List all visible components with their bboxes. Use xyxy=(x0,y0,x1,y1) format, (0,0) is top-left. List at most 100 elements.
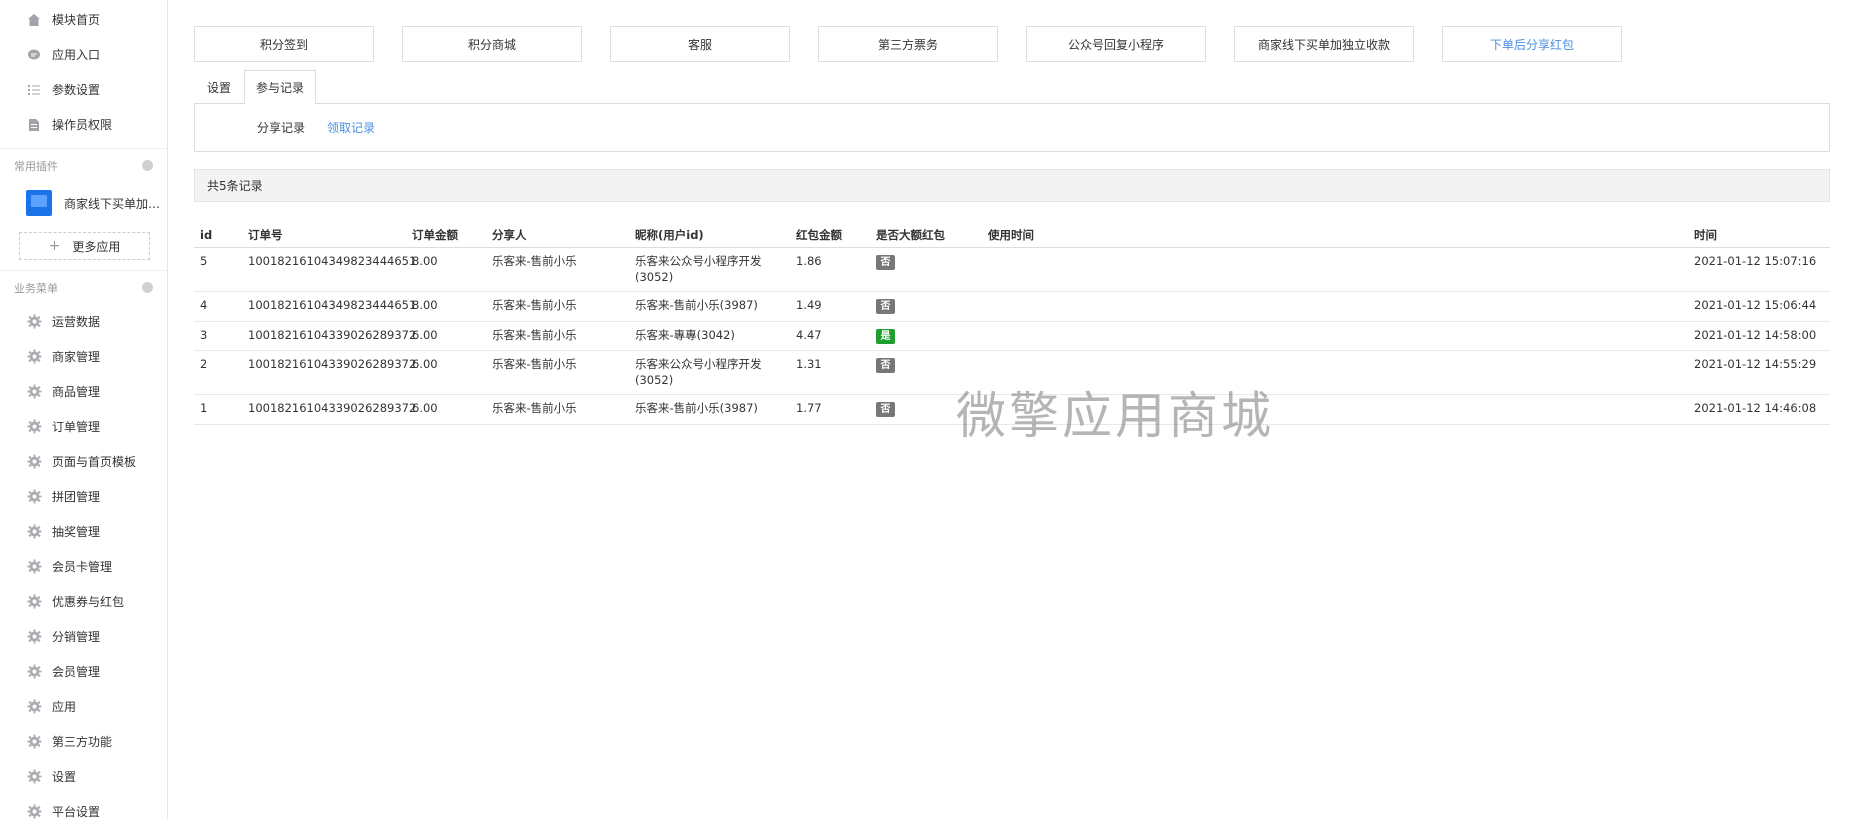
cell-id: 1 xyxy=(200,401,208,415)
gear-icon xyxy=(26,454,42,470)
chat-icon xyxy=(26,47,42,63)
sidebar-item-label: 会员卡管理 xyxy=(52,560,113,574)
big-red-badge: 否 xyxy=(876,402,895,417)
cell-order: 10018216104349823444651 xyxy=(248,298,417,312)
sidebar-item-business[interactable]: 拼团管理 xyxy=(0,479,167,514)
sidebar-item-business[interactable]: 会员管理 xyxy=(0,654,167,689)
sidebar-item-app-entry[interactable]: 应用入口 xyxy=(0,37,167,72)
table-row: 1 10018216104339026289372 6.00 乐客来-售前小乐 乐客来-… xyxy=(194,395,1830,425)
gear-icon xyxy=(26,489,42,505)
cell-sharer: 乐客来-售前小乐 xyxy=(492,357,577,371)
record-subnav: 分享记录 领取记录 xyxy=(194,103,1830,152)
header-use-time: 使用时间 xyxy=(988,228,1034,242)
sidebar-item-module-home[interactable]: 模块首页 xyxy=(0,2,167,37)
sidebar-item-label: 应用入口 xyxy=(52,48,101,62)
offline-payment-button[interactable]: 商家线下买单加独立收款 xyxy=(1234,26,1414,62)
gear-icon xyxy=(26,629,42,645)
sidebar-item-label: 分销管理 xyxy=(52,630,101,644)
sidebar-item-business[interactable]: 平台设置 xyxy=(0,794,167,819)
collapse-dot-icon[interactable] xyxy=(142,282,153,293)
cell-time: 2021-01-12 14:58:00 xyxy=(1694,328,1817,342)
sidebar-item-label: 商家管理 xyxy=(52,350,101,364)
customer-service-button[interactable]: 客服 xyxy=(610,26,790,62)
cell-order: 10018216104339026289372 xyxy=(248,401,417,415)
toolbar: 积分签到 积分商城 客服 第三方票务 公众号回复小程序 商家线下买单加独立收款 … xyxy=(194,26,1650,62)
gear-icon xyxy=(26,384,42,400)
sidebar-item-business[interactable]: 会员卡管理 xyxy=(0,549,167,584)
cell-amount: 8.00 xyxy=(412,298,438,312)
cell-amount: 6.00 xyxy=(412,357,438,371)
sidebar-item-business[interactable]: 优惠券与红包 xyxy=(0,584,167,619)
third-party-ticket-button[interactable]: 第三方票务 xyxy=(818,26,998,62)
document-icon xyxy=(26,117,42,133)
sidebar-item-label: 抽奖管理 xyxy=(52,525,101,539)
cell-id: 5 xyxy=(200,254,208,268)
big-red-badge: 是 xyxy=(876,329,895,344)
tab-participation-records[interactable]: 参与记录 xyxy=(244,70,316,105)
header-is-big: 是否大额红包 xyxy=(876,228,945,242)
cell-nickname: 乐客来-售前小乐(3987) xyxy=(635,401,758,415)
gear-icon xyxy=(26,349,42,365)
sidebar-item-label: 订单管理 xyxy=(52,420,101,434)
table-row: 5 10018216104349823444651 8.00 乐客来-售前小乐 乐客来公… xyxy=(194,248,1830,292)
sidebar-item-business[interactable]: 应用 xyxy=(0,689,167,724)
gear-icon xyxy=(26,559,42,575)
cell-time: 2021-01-12 14:55:29 xyxy=(1694,357,1817,371)
points-signin-button[interactable]: 积分签到 xyxy=(194,26,374,62)
header-order: 订单号 xyxy=(248,228,283,242)
sidebar-item-label: 设置 xyxy=(52,770,77,784)
plus-icon: + xyxy=(48,238,61,254)
sidebar-item-label: 第三方功能 xyxy=(52,735,113,749)
share-record-link[interactable]: 分享记录 xyxy=(257,119,305,136)
cell-amount: 6.00 xyxy=(412,401,438,415)
sidebar-item-business[interactable]: 商家管理 xyxy=(0,339,167,374)
mp-reply-miniprogram-button[interactable]: 公众号回复小程序 xyxy=(1026,26,1206,62)
table-row: 4 10018216104349823444651 8.00 乐客来-售前小乐 乐客来-… xyxy=(194,292,1830,322)
gear-icon xyxy=(26,524,42,540)
header-id: id xyxy=(200,228,213,242)
more-apps-button[interactable]: + 更多应用 xyxy=(19,232,150,260)
cell-red-amount: 4.47 xyxy=(796,328,822,342)
tab-bar: 设置 参与记录 xyxy=(194,70,1830,105)
plugin-item[interactable]: 商家线下买单加独... xyxy=(0,182,167,224)
table-row: 3 10018216104339026289372 6.00 乐客来-售前小乐 乐客来-… xyxy=(194,322,1830,351)
list-icon xyxy=(26,82,42,98)
big-red-badge: 否 xyxy=(876,299,895,314)
cell-order: 10018216104349823444651 xyxy=(248,254,417,268)
cell-time: 2021-01-12 15:06:44 xyxy=(1694,298,1817,312)
sidebar-item-business[interactable]: 第三方功能 xyxy=(0,724,167,759)
receive-record-link[interactable]: 领取记录 xyxy=(327,119,375,136)
share-red-packet-button[interactable]: 下单后分享红包 xyxy=(1442,26,1622,62)
sidebar-item-label: 会员管理 xyxy=(52,665,101,679)
points-mall-button[interactable]: 积分商城 xyxy=(402,26,582,62)
gear-icon xyxy=(26,664,42,680)
cell-sharer: 乐客来-售前小乐 xyxy=(492,254,577,268)
cell-nickname: 乐客来-售前小乐(3987) xyxy=(635,298,758,312)
sidebar-item-label: 商品管理 xyxy=(52,385,101,399)
cell-nickname: 乐客来公众号小程序开发(3052) xyxy=(635,357,762,387)
gear-icon xyxy=(26,594,42,610)
sidebar-item-label: 运营数据 xyxy=(52,315,101,329)
gear-icon xyxy=(26,769,42,785)
cell-sharer: 乐客来-售前小乐 xyxy=(492,328,577,342)
sidebar-item-operator-perm[interactable]: 操作员权限 xyxy=(0,107,167,142)
gear-icon xyxy=(26,314,42,330)
sidebar-item-business[interactable]: 分销管理 xyxy=(0,619,167,654)
more-apps-label: 更多应用 xyxy=(72,239,121,254)
sidebar-item-business[interactable]: 抽奖管理 xyxy=(0,514,167,549)
sidebar-item-params[interactable]: 参数设置 xyxy=(0,72,167,107)
tab-settings[interactable]: 设置 xyxy=(194,70,244,104)
header-nickname: 昵称(用户id) xyxy=(635,228,704,242)
sidebar-item-business[interactable]: 商品管理 xyxy=(0,374,167,409)
sidebar-item-business[interactable]: 页面与首页模板 xyxy=(0,444,167,479)
sidebar-item-label: 优惠券与红包 xyxy=(52,595,125,609)
collapse-dot-icon[interactable] xyxy=(142,160,153,171)
gear-icon xyxy=(26,699,42,715)
sidebar-item-business[interactable]: 设置 xyxy=(0,759,167,794)
sidebar-item-business[interactable]: 订单管理 xyxy=(0,409,167,444)
sidebar-item-business[interactable]: 运营数据 xyxy=(0,304,167,339)
gear-icon xyxy=(26,734,42,750)
cell-order: 10018216104339026289372 xyxy=(248,328,417,342)
cell-is-big: 否 xyxy=(876,292,895,314)
business-section-title: 业务菜单 xyxy=(14,281,58,295)
